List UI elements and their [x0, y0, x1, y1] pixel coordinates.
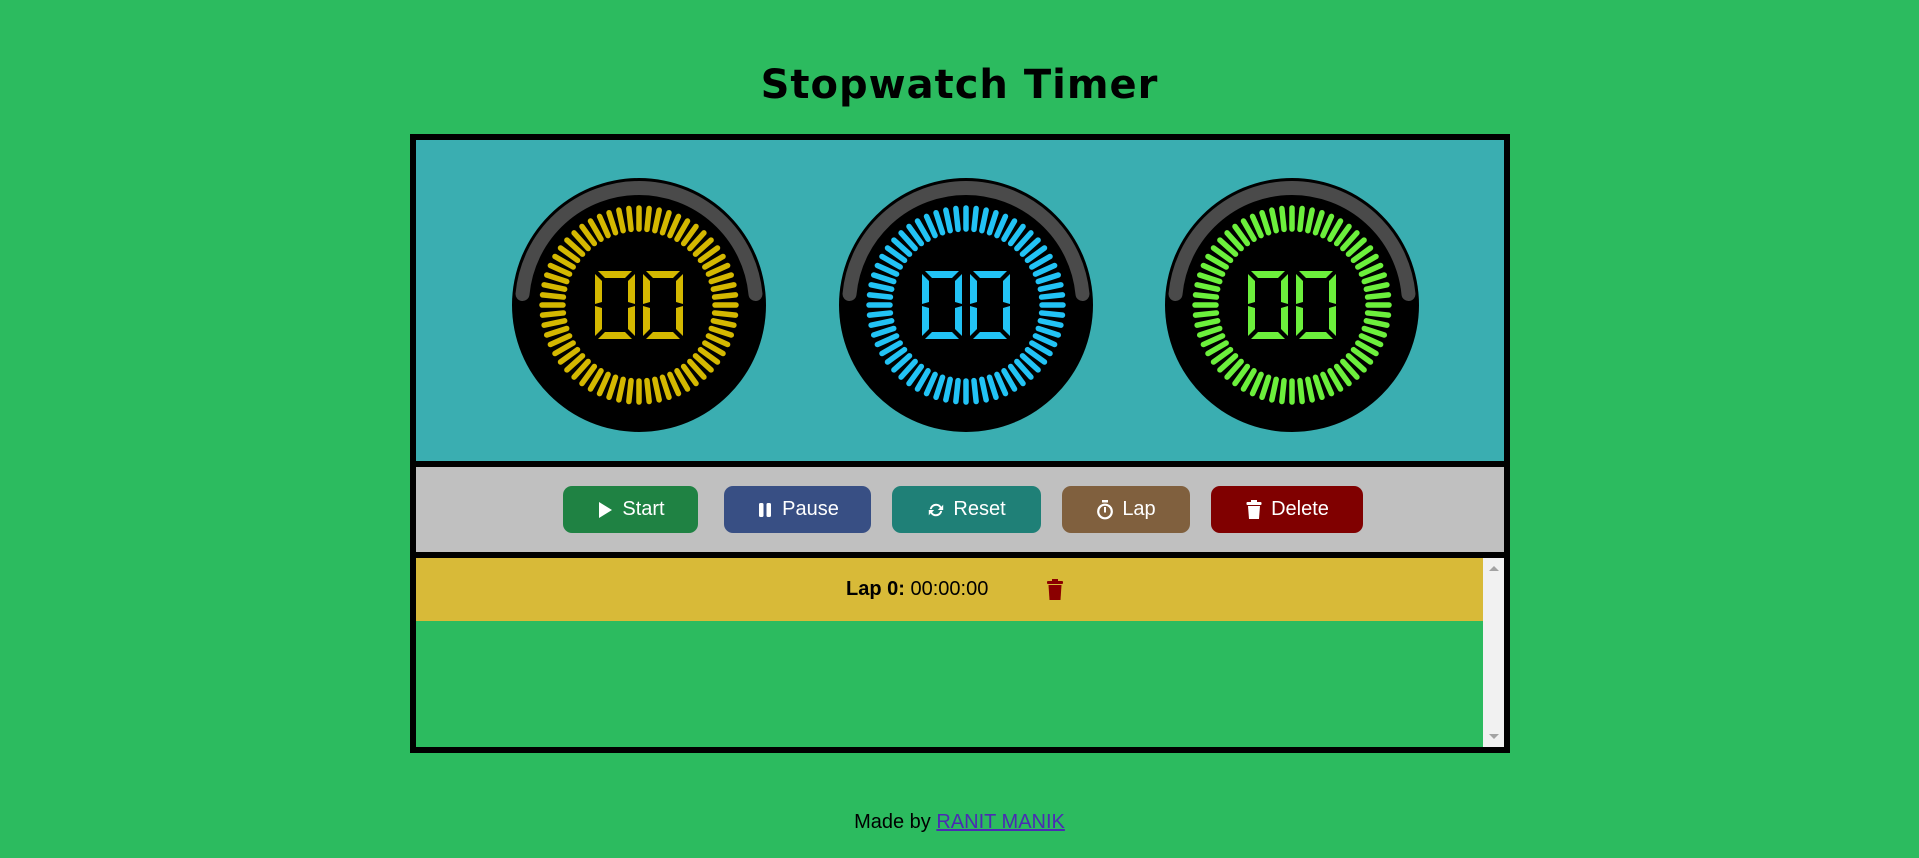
- pause-label: Pause: [782, 498, 839, 520]
- dial-tick: [1192, 292, 1220, 300]
- lap-label: Lap: [1122, 498, 1156, 520]
- dial-tick: [711, 292, 739, 300]
- dial-tick: [866, 292, 894, 300]
- dial-tick: [1038, 292, 1066, 300]
- delete-label: Delete: [1271, 498, 1329, 520]
- page-title: Stopwatch Timer: [760, 62, 1159, 108]
- dial-tick: [539, 292, 567, 300]
- dial-tick: [866, 310, 894, 318]
- trash-icon[interactable]: [1046, 579, 1064, 601]
- footer-prefix: Made by: [854, 811, 931, 833]
- dial-tick: [1038, 310, 1066, 318]
- dial-tick: [1297, 205, 1305, 233]
- lap-row: Lap 0: 00:00:00: [416, 558, 1483, 621]
- dial-tick: [626, 377, 634, 405]
- lap-button[interactable]: Lap: [1062, 486, 1190, 533]
- reset-button[interactable]: Reset: [892, 486, 1041, 533]
- lap-list-scrollbar[interactable]: [1483, 558, 1504, 747]
- start-button[interactable]: Start: [563, 486, 698, 533]
- refresh-icon: [929, 503, 944, 516]
- lap-label: Lap 0:: [846, 578, 905, 600]
- start-label: Start: [622, 498, 665, 520]
- dial-tick: [644, 205, 652, 233]
- dial-tick: [1279, 205, 1287, 233]
- author-link[interactable]: RANIT MANIK: [936, 811, 1065, 833]
- delete-button[interactable]: Delete: [1211, 486, 1363, 533]
- dial-tick: [1192, 310, 1220, 318]
- pause-icon: [759, 502, 772, 517]
- dial-tick: [953, 377, 961, 405]
- scroll-up-arrow-icon[interactable]: [1489, 566, 1499, 571]
- dial-tick: [539, 310, 567, 318]
- footer: Made by RANIT MANIK: [0, 811, 1919, 834]
- pause-button[interactable]: Pause: [724, 486, 871, 533]
- dial-tick: [711, 310, 739, 318]
- controls-bar: Start Pause Reset Lap Delete: [416, 467, 1504, 552]
- hours-dial: [512, 178, 766, 432]
- dial-tick: [644, 377, 652, 405]
- seconds-dial: [1165, 178, 1419, 432]
- reset-label: Reset: [953, 498, 1006, 520]
- scroll-down-arrow-icon[interactable]: [1489, 734, 1499, 739]
- dial-tick: [626, 205, 634, 233]
- dial-tick: [1297, 377, 1305, 405]
- dial-tick: [971, 205, 979, 233]
- dial-tick: [1364, 292, 1392, 300]
- lap-list: Lap 0: 00:00:00: [416, 558, 1504, 747]
- dial-tick: [1279, 377, 1287, 405]
- lap-time: 00:00:00: [910, 578, 989, 600]
- trash-icon: [1246, 499, 1262, 519]
- stopwatch-container: Start Pause Reset Lap Delete Lap 0: 00:0…: [410, 134, 1510, 753]
- minutes-dial: [839, 178, 1093, 432]
- dial-tick: [1364, 310, 1392, 318]
- dial-tick: [971, 377, 979, 405]
- dial-tick: [953, 205, 961, 233]
- play-icon: [599, 501, 613, 518]
- dials-panel: [416, 140, 1504, 461]
- lap-entry: Lap 0: 00:00:00: [846, 558, 988, 621]
- stopwatch-icon: [1097, 499, 1114, 519]
